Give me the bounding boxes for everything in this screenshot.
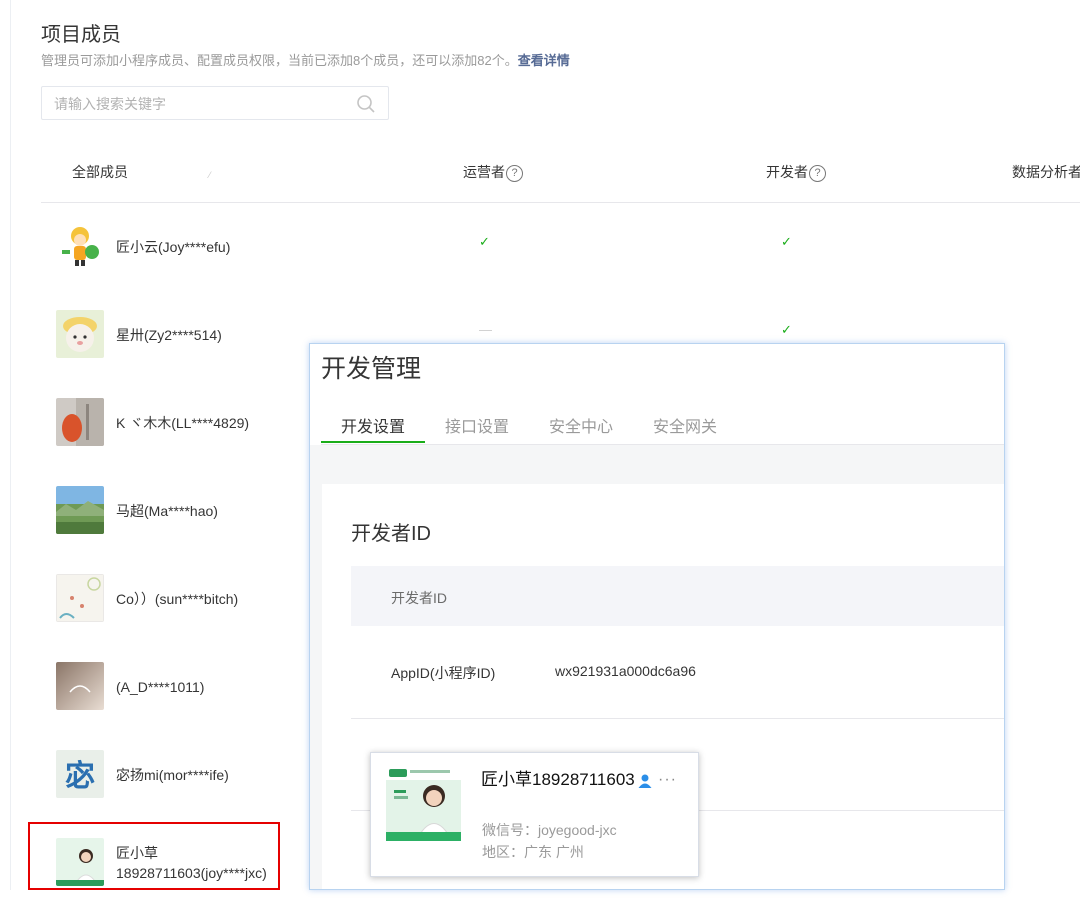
panel-tabs: 开发设置 接口设置 安全中心 安全网关 xyxy=(321,394,1004,445)
profile-popup: 匠小草18928711603 ··· 微信号：joyegood-jxc 地区：广… xyxy=(370,752,699,877)
column-developer: 开发者? xyxy=(766,162,826,182)
question-icon[interactable]: ? xyxy=(809,165,826,182)
member-name: 匠小云(Joy****efu) xyxy=(116,239,231,255)
column-data-analyst: 数据分析者 xyxy=(1012,164,1080,180)
member-name: (A_D****1011) xyxy=(116,679,205,695)
tab-security-center[interactable]: 安全中心 xyxy=(549,413,613,437)
search-input[interactable] xyxy=(52,88,346,120)
member-row[interactable]: 匠小云(Joy****efu) xyxy=(41,203,341,291)
column-developer-label: 开发者 xyxy=(766,164,808,180)
profile-name-text: 匠小草18928711603 xyxy=(481,770,635,789)
operator-dash: — xyxy=(479,322,492,337)
member-name: K ヾ木木(LL****4829) xyxy=(116,415,250,431)
avatar: 宓 xyxy=(56,750,104,798)
member-row[interactable]: Co））(sun****bitch) xyxy=(41,555,341,643)
operator-check-icon: ✓ xyxy=(479,234,490,249)
member-name: Co））(sun****bitch) xyxy=(116,591,239,607)
developer-id-table-header: 开发者ID xyxy=(351,566,1004,626)
svg-text:宓: 宓 xyxy=(65,759,95,794)
more-options-icon[interactable]: ··· xyxy=(658,771,677,789)
member-row[interactable]: K ヾ木木(LL****4829) xyxy=(41,379,341,467)
member-row[interactable]: 马超(Ma****hao) xyxy=(41,467,341,555)
table-header-label: 开发者ID xyxy=(391,590,447,606)
active-tab-indicator xyxy=(321,441,425,443)
developer-check-icon: ✓ xyxy=(781,234,792,249)
column-all-members[interactable]: 全部成员 xyxy=(72,162,128,182)
member-row[interactable]: 宓 宓扬mi(mor****ife) xyxy=(41,731,341,819)
appid-value: wx921931a000dc6a96 xyxy=(555,663,696,679)
left-divider xyxy=(10,0,11,890)
avatar xyxy=(56,398,104,446)
members-table-header: 全部成员 ⁄ 运营者? 开发者? 数据分析者 xyxy=(41,150,1080,203)
profile-name: 匠小草18928711603 xyxy=(481,767,661,793)
highlight-box xyxy=(28,822,280,890)
avatar xyxy=(56,662,104,710)
developer-check-icon: ✓ xyxy=(781,322,792,337)
member-row[interactable]: 星卅(Zy2****514) xyxy=(41,291,341,379)
question-icon[interactable]: ? xyxy=(506,165,523,182)
page-title: 项目成员 xyxy=(41,24,121,46)
appid-label: AppID(小程序ID) xyxy=(391,665,496,681)
panel-title: 开发管理 xyxy=(321,355,422,383)
member-name: 宓扬mi(mor****ife) xyxy=(116,767,229,783)
user-icon xyxy=(638,774,652,788)
page-subtitle: 管理员可添加小程序成员、配置成员权限，当前已添加8个成员，还可以添加82个。查看… xyxy=(41,50,570,69)
section-title: 开发者ID xyxy=(351,523,431,545)
profile-avatar xyxy=(386,766,461,841)
member-row[interactable]: (A_D****1011) xyxy=(41,643,341,731)
appid-row: AppID(小程序ID) wx921931a000dc6a96 xyxy=(351,626,1004,719)
search-icon[interactable] xyxy=(356,94,376,114)
tab-api-settings[interactable]: 接口设置 xyxy=(445,413,509,437)
column-operator-label: 运营者 xyxy=(463,164,505,180)
avatar xyxy=(56,310,104,358)
tab-security-gateway[interactable]: 安全网关 xyxy=(653,413,717,437)
subtitle-text: 管理员可添加小程序成员、配置成员权限，当前已添加8个成员，还可以添加82个。 xyxy=(41,53,518,68)
sort-icon[interactable]: ⁄ xyxy=(209,170,211,180)
avatar xyxy=(56,486,104,534)
profile-region: 地区：广东 广州 xyxy=(482,844,584,860)
search-box[interactable] xyxy=(41,86,389,120)
avatar xyxy=(56,222,104,270)
view-details-link[interactable]: 查看详情 xyxy=(518,53,570,68)
member-name: 星卅(Zy2****514) xyxy=(116,327,222,343)
tab-dev-settings[interactable]: 开发设置 xyxy=(341,413,405,437)
profile-wechat-id: 微信号：joyegood-jxc xyxy=(482,822,617,838)
avatar xyxy=(56,574,104,622)
member-name: 马超(Ma****hao) xyxy=(116,503,218,519)
column-operator: 运营者? xyxy=(463,162,523,182)
